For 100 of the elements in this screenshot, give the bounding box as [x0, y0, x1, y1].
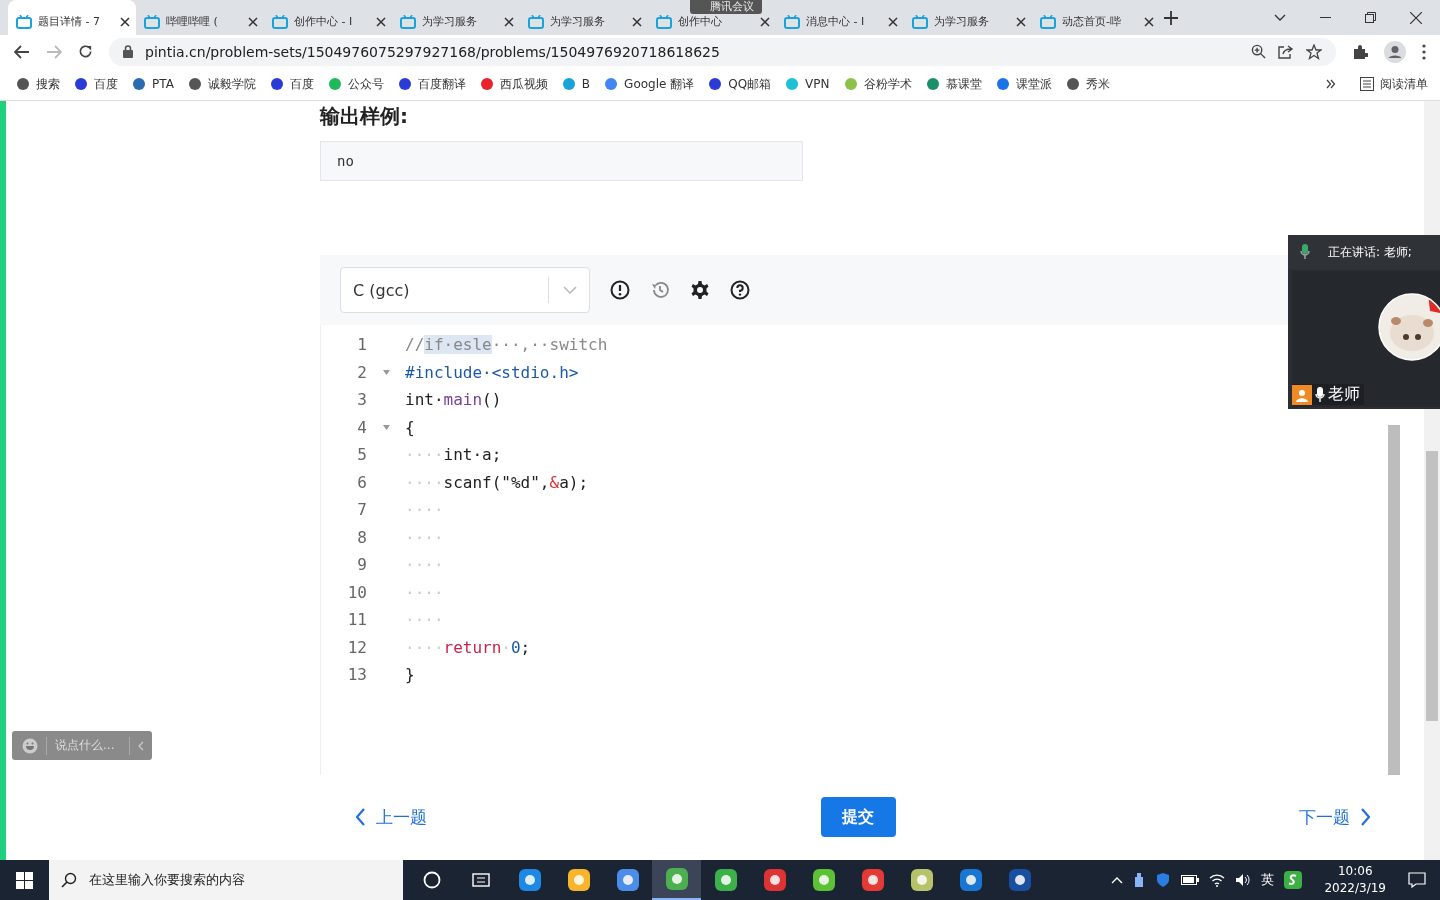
section-title: 输出样例:: [320, 103, 409, 129]
meeting-toast[interactable]: 腾讯会议: [690, 0, 762, 14]
close-icon[interactable]: [504, 16, 514, 27]
settings-icon[interactable]: [690, 280, 710, 300]
line-number: 8: [356, 527, 367, 547]
browser-tab[interactable]: 消息中心 - I: [776, 0, 904, 35]
shield-icon[interactable]: [1155, 872, 1172, 888]
bookmark[interactable]: 百度翻译: [397, 75, 466, 93]
star-icon[interactable]: [1306, 43, 1322, 60]
dot-icon: [479, 77, 494, 91]
address-field[interactable]: pintia.cn/problem-sets/1504976075297927168/problems/1504976920718618625: [109, 37, 1336, 66]
participant-name: 老师: [1328, 384, 1360, 405]
browser-tab[interactable]: 哔哩哔哩 (: [136, 0, 264, 35]
back-icon[interactable]: [14, 44, 30, 59]
close-icon[interactable]: [888, 16, 898, 27]
microphone-icon[interactable]: [1300, 244, 1310, 260]
puzzle-icon[interactable]: [1352, 43, 1368, 60]
scrollbar-thumb[interactable]: [1426, 451, 1438, 721]
reload-icon[interactable]: [78, 44, 93, 59]
dot-icon: [327, 77, 342, 91]
close-icon[interactable]: [1144, 16, 1154, 27]
submit-button[interactable]: 提交: [820, 797, 896, 837]
bookmark[interactable]: PTA: [132, 77, 174, 91]
language-select[interactable]: C (gcc): [340, 267, 590, 313]
line-number: 12: [346, 637, 367, 657]
bookmark[interactable]: 百度: [269, 75, 314, 93]
input-method[interactable]: 英: [1261, 871, 1275, 889]
zoom-icon[interactable]: [1251, 44, 1266, 59]
close-icon[interactable]: [632, 16, 642, 27]
chevron-icon[interactable]: [1326, 79, 1336, 89]
alert-icon[interactable]: [610, 280, 630, 300]
bookmark[interactable]: 谷粉学术: [843, 75, 912, 93]
usb-icon[interactable]: [1133, 872, 1146, 888]
app-icon: [615, 868, 640, 892]
browser-tab[interactable]: 题目详情 - 7: [8, 0, 136, 35]
tv-icon: [1040, 14, 1056, 29]
taskbar-button[interactable]: [652, 860, 701, 900]
line-number: 4: [356, 417, 367, 437]
share-icon[interactable]: [1278, 44, 1294, 59]
close-icon[interactable]: [376, 16, 386, 27]
help-icon[interactable]: [730, 280, 750, 300]
previous-link[interactable]: 上一题: [356, 805, 427, 829]
bookmark[interactable]: QQ邮箱: [708, 75, 772, 93]
next-link[interactable]: 下一题: [1299, 805, 1370, 829]
browser-tab[interactable]: 为学习服务: [904, 0, 1032, 35]
browser-tab[interactable]: 创作中心 - I: [264, 0, 392, 35]
bookmark[interactable]: 搜索: [16, 75, 60, 93]
clock[interactable]: 10:06 2022/3/19: [1324, 863, 1386, 897]
fold-arrow-icon[interactable]: [382, 369, 390, 375]
taskbar-search-field[interactable]: 在这里输入你要搜索的内容: [49, 860, 403, 900]
profile-icon[interactable]: [1384, 40, 1406, 63]
speaker-icon[interactable]: [1235, 873, 1252, 887]
scrollbar-thumb[interactable]: [1388, 425, 1400, 775]
tv-icon: [656, 14, 672, 29]
close-icon[interactable]: [1016, 16, 1026, 27]
sogou-icon[interactable]: [1284, 871, 1303, 889]
code-line: ····: [405, 555, 444, 575]
dot-icon: [1065, 77, 1080, 91]
bookmark[interactable]: 百度: [74, 75, 118, 93]
bookmark[interactable]: 公众号: [327, 75, 384, 93]
bookmark[interactable]: VPN: [785, 77, 830, 91]
add-icon[interactable]: [1164, 10, 1178, 25]
more-icon[interactable]: [1422, 43, 1426, 60]
close-icon[interactable]: [120, 16, 130, 27]
windows-icon[interactable]: [16, 871, 33, 889]
dot-icon: [843, 77, 858, 91]
bookmark[interactable]: 课堂派: [995, 75, 1052, 93]
browser-tab[interactable]: 为学习服务: [520, 0, 648, 35]
minimize-icon[interactable]: [1320, 16, 1331, 19]
bookmark[interactable]: 慕课堂: [925, 75, 982, 93]
tv-icon: [144, 14, 160, 29]
caret-icon[interactable]: [1274, 13, 1286, 22]
app-icon: [664, 867, 689, 891]
notification-icon[interactable]: [1408, 872, 1426, 888]
browser-tab[interactable]: 为学习服务: [392, 0, 520, 35]
dot-icon: [132, 77, 146, 91]
microphone-icon: [1315, 386, 1325, 403]
reading-list[interactable]: 阅读清单: [1360, 75, 1428, 93]
battery-icon[interactable]: [1181, 874, 1200, 886]
close-icon[interactable]: [1410, 11, 1422, 24]
browser-tab[interactable]: 动态首页-哔: [1032, 0, 1160, 35]
bookmark[interactable]: 西瓜视频: [479, 75, 548, 93]
restore-icon[interactable]: [1365, 12, 1376, 23]
dot-icon: [74, 77, 88, 91]
app-icon: [566, 868, 591, 892]
app-icon: [811, 868, 836, 892]
bookmark[interactable]: 诚毅学院: [187, 75, 256, 93]
bookmark[interactable]: B: [561, 77, 591, 91]
emoji-icon[interactable]: [22, 737, 38, 754]
wifi-icon[interactable]: [1209, 873, 1226, 887]
speaking-label: 正在讲话: 老师;: [1328, 243, 1412, 261]
close-icon[interactable]: [760, 16, 770, 27]
bookmark[interactable]: Google 翻译: [604, 75, 695, 93]
dot-icon: [708, 77, 723, 91]
bookmark[interactable]: 秀米: [1065, 75, 1110, 93]
dot-icon: [16, 77, 30, 91]
fold-arrow-icon[interactable]: [382, 424, 390, 430]
code-line: ····return·0;: [405, 637, 531, 657]
history-icon[interactable]: [650, 280, 670, 300]
close-icon[interactable]: [248, 16, 258, 27]
